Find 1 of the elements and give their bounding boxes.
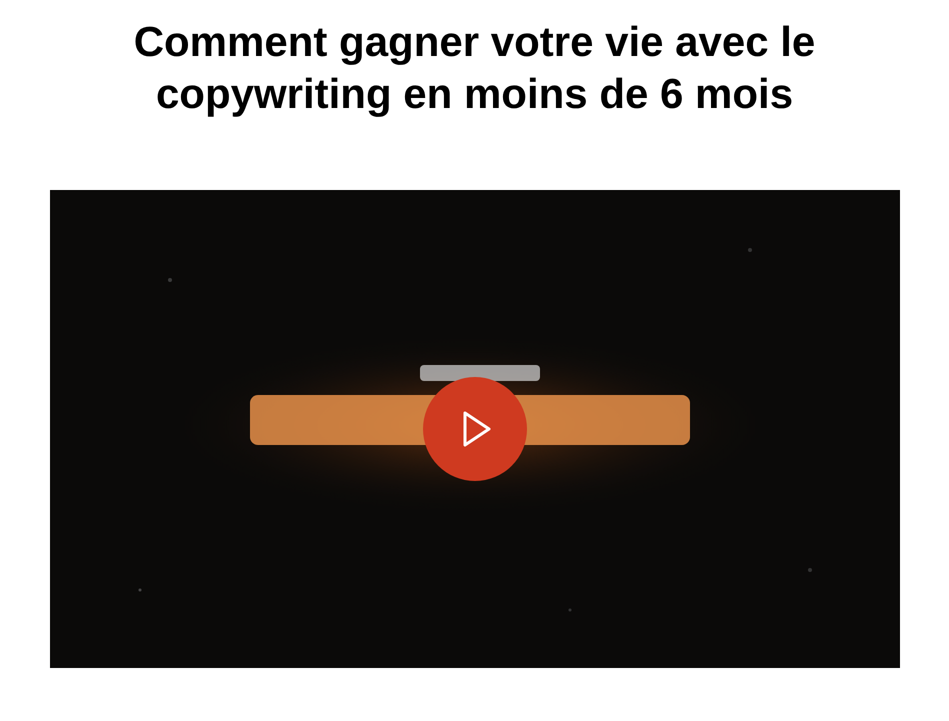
page-title: Comment gagner votre vie avec le copywriting en moins de 6 mois xyxy=(132,17,816,119)
